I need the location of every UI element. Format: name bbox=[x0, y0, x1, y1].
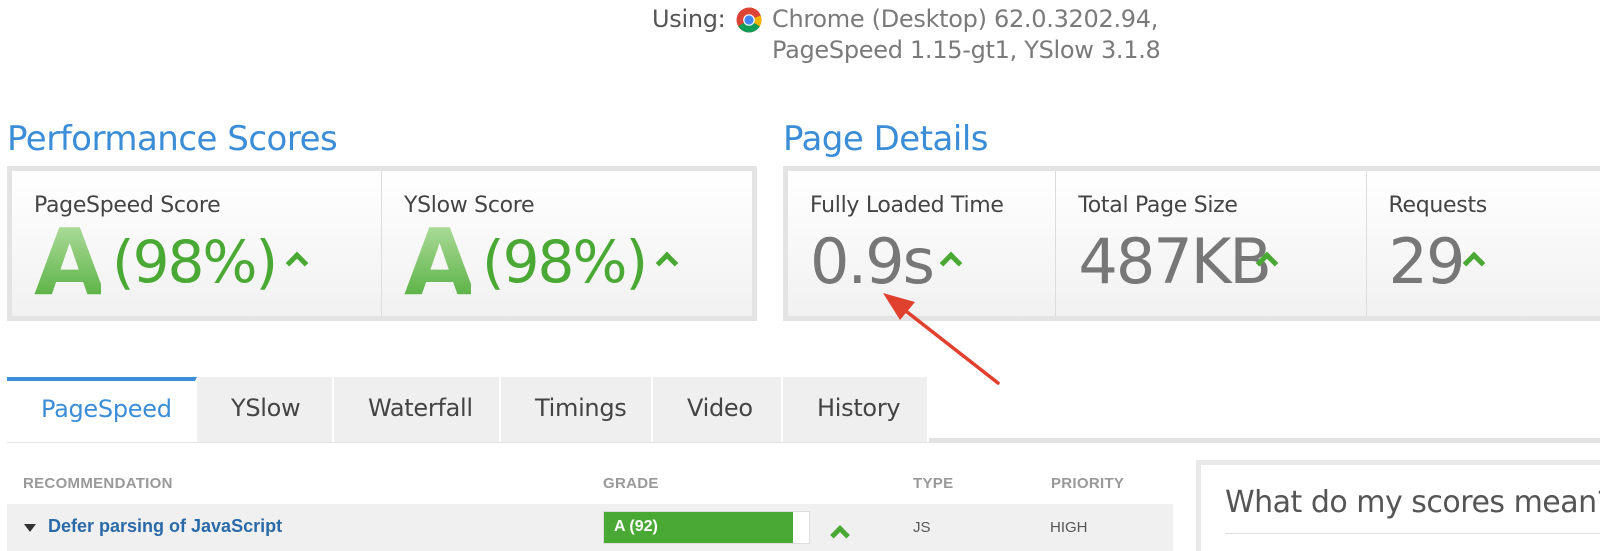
tab-history[interactable]: History bbox=[783, 377, 929, 442]
scores-help-title: What do my scores mean? bbox=[1225, 485, 1600, 520]
chevron-up-icon bbox=[939, 251, 963, 275]
page-details-title: Page Details bbox=[783, 119, 989, 159]
using-label: Using: bbox=[652, 5, 726, 33]
performance-scores-title: Performance Scores bbox=[7, 119, 338, 159]
pagespeed-score-cell: PageSpeed Score A (98%) bbox=[12, 171, 382, 316]
tab-video[interactable]: Video bbox=[653, 377, 783, 442]
report-tabs: PageSpeed YSlow Waterfall Timings Video … bbox=[7, 377, 929, 442]
pagespeed-percent: (98%) bbox=[112, 228, 278, 296]
column-header-grade[interactable]: GRADE bbox=[603, 475, 659, 492]
resource-type: JS bbox=[913, 519, 931, 536]
requests-caption: Requests bbox=[1388, 193, 1488, 218]
column-header-priority[interactable]: PRIORITY bbox=[1051, 475, 1124, 492]
divider bbox=[1225, 533, 1600, 534]
fully-loaded-time-value: 0.9s bbox=[810, 225, 935, 298]
total-page-size-value: 487KB bbox=[1078, 225, 1272, 298]
annotation-arrow bbox=[883, 293, 1000, 385]
tab-pagespeed[interactable]: PageSpeed bbox=[7, 377, 197, 442]
expand-triangle-icon[interactable] bbox=[24, 524, 36, 532]
chrome-icon bbox=[736, 7, 762, 33]
scores-help-box: What do my scores mean? bbox=[1196, 460, 1600, 551]
chevron-up-icon bbox=[1462, 251, 1485, 275]
column-header-recommendation[interactable]: RECOMMENDATION bbox=[23, 475, 173, 492]
recommendation-link[interactable]: Defer parsing of JavaScript bbox=[48, 516, 282, 537]
tab-waterfall[interactable]: Waterfall bbox=[334, 377, 501, 442]
column-header-type[interactable]: TYPE bbox=[913, 475, 953, 492]
grade-bar-label: A (92) bbox=[614, 518, 658, 535]
total-page-size-cell: Total Page Size 487KB bbox=[1056, 171, 1367, 316]
yslow-percent: (98%) bbox=[482, 228, 648, 296]
tab-yslow[interactable]: YSlow bbox=[197, 377, 334, 442]
grade-bar: A (92) bbox=[603, 511, 810, 544]
total-page-size-caption: Total Page Size bbox=[1078, 193, 1238, 218]
requests-value: 29 bbox=[1388, 225, 1466, 298]
fully-loaded-time-caption: Fully Loaded Time bbox=[810, 193, 1004, 218]
yslow-score-cell: YSlow Score A (98%) bbox=[382, 171, 752, 316]
tool-versions: PageSpeed 1.15-gt1, YSlow 3.1.8 bbox=[772, 36, 1161, 64]
pagespeed-grade-letter: A bbox=[34, 209, 105, 316]
chevron-up-icon bbox=[655, 251, 679, 275]
chevron-up-icon bbox=[285, 251, 309, 275]
performance-scores-panel: PageSpeed Score A (98%) YSlow Score A (9… bbox=[7, 166, 757, 321]
browser-version: Chrome (Desktop) 62.0.3202.94, bbox=[772, 5, 1159, 33]
requests-cell: Requests 29 bbox=[1367, 171, 1600, 316]
yslow-grade-letter: A bbox=[404, 209, 475, 316]
chevron-up-icon bbox=[830, 525, 850, 545]
priority: HIGH bbox=[1050, 519, 1088, 536]
table-row[interactable]: Defer parsing of JavaScript A (92) JS HI… bbox=[7, 504, 1173, 551]
tab-timings[interactable]: Timings bbox=[501, 377, 653, 442]
